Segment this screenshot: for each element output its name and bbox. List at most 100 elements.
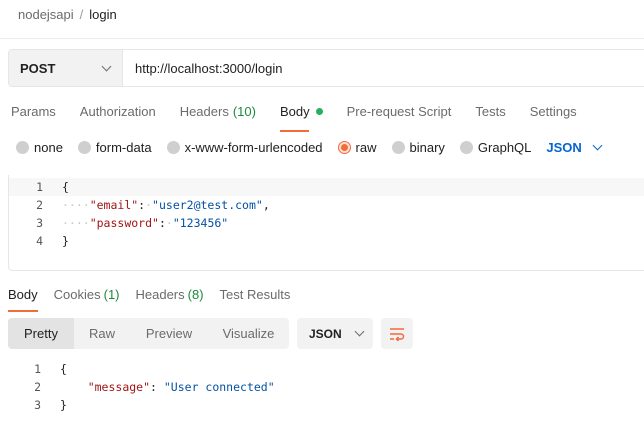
radio-label: GraphQL [477,140,532,155]
cookies-count: (1) [103,287,120,302]
status-dot-icon [315,108,323,115]
tab-params[interactable]: Params [11,104,56,126]
view-label: Raw [88,326,115,341]
code-line: 4} [9,232,644,250]
view-raw[interactable]: Raw [74,318,130,349]
tab-settings[interactable]: Settings [530,104,577,126]
line-number: 2 [34,380,41,394]
language-label: JSON [546,140,582,155]
code-line: 3} [0,396,275,414]
tab-authorization[interactable]: Authorization [80,104,156,126]
json-value: "User connected" [163,380,275,394]
tab-label: Headers [179,104,229,119]
json-value: "123456" [172,216,229,230]
breadcrumb-separator: / [79,7,84,22]
radio-label: x-www-form-urlencoded [184,140,323,155]
chevron-down-icon [592,140,603,151]
response-tab-test-results[interactable]: Test Results [220,287,291,309]
response-body-viewer[interactable]: 1{ 2 "message": "User connected" 3} [0,360,275,414]
breadcrumb-request[interactable]: login [89,7,116,22]
response-format-select[interactable]: JSON [297,318,373,349]
json-key: "message" [87,380,151,394]
line-number: 1 [34,362,41,376]
tab-label: Body [8,287,38,302]
line-number: 2 [36,198,43,212]
radio-label: binary [409,140,445,155]
tab-label: Body [279,104,310,119]
view-label: Visualize [222,326,275,341]
tab-label: Test Results [219,287,291,302]
language-select[interactable]: JSON [546,140,603,155]
headers-count: (8) [187,287,204,302]
line-number: 3 [36,216,43,230]
view-label: Preview [145,326,193,341]
close-brace: } [60,398,67,412]
json-key: "email" [89,198,139,212]
header-divider [0,38,644,39]
radio-icon [166,141,180,154]
request-url-bar: POST [8,49,644,87]
tab-headers[interactable]: Headers (10) [180,104,256,126]
view-pretty[interactable]: Pretty [8,318,74,349]
radio-icon [459,141,473,154]
wrap-lines-button[interactable] [381,318,413,349]
line-number: 3 [34,398,41,412]
tab-label: Params [11,104,56,119]
code-line: 2 ···· "email": · "user2@test.com", [9,196,644,214]
response-tab-body[interactable]: Body [8,287,38,312]
code-line: 1{ [9,178,644,196]
request-body-editor[interactable]: 1{ 2 ···· "email": · "user2@test.com", 3 ····… [8,175,644,271]
response-tab-cookies[interactable]: Cookies (1) [54,287,120,309]
radio-x-www-form-urlencoded[interactable]: x-www-form-urlencoded [166,140,323,155]
chevron-down-icon [354,326,365,337]
tab-pre-request-script[interactable]: Pre-request Script [347,104,452,126]
breadcrumb-collection[interactable]: nodejsapi [18,7,74,22]
line-number: 1 [36,180,43,194]
radio-none[interactable]: none [16,140,63,155]
radio-icon [16,141,29,154]
close-brace: } [62,234,69,248]
chevron-down-icon [101,61,112,71]
code-line: 1{ [0,360,275,378]
tab-label: Settings [529,104,577,119]
tab-label: Pre-request Script [346,104,452,119]
method-select[interactable]: POST [9,50,123,86]
json-value: "user2@test.com" [152,198,263,212]
radio-binary[interactable]: binary [391,140,445,155]
radio-label: form-data [95,140,152,155]
code-line: 3 ···· "password": · "123456" [9,214,644,232]
breadcrumb: nodejsapi / login [18,7,117,22]
radio-label: raw [355,140,377,155]
open-brace: { [60,362,67,376]
radio-icon [77,141,91,154]
response-tabs: Body Cookies (1) Headers (8) Test Results [8,287,306,312]
radio-form-data[interactable]: form-data [77,140,152,155]
open-brace: { [62,180,69,194]
tab-label: Authorization [79,104,156,119]
url-input[interactable] [123,50,644,86]
format-label: JSON [309,326,342,341]
tab-label: Tests [475,104,506,119]
tab-label: Headers [135,287,185,302]
radio-checked-icon [337,141,351,154]
json-key: "password" [89,216,159,230]
view-label: Pretty [24,326,58,341]
line-number: 4 [36,234,43,248]
code-line: 2 "message": "User connected" [0,378,275,396]
tab-label: Cookies [53,287,101,302]
radio-raw[interactable]: raw [337,140,377,155]
tab-tests[interactable]: Tests [475,104,505,126]
radio-label: none [34,140,63,155]
method-label: POST [20,60,56,76]
response-view-toggle: Pretty Raw Preview Visualize [8,318,289,349]
headers-count: (10) [232,104,256,119]
tab-body[interactable]: Body [279,104,323,132]
radio-graphql[interactable]: GraphQL [459,140,532,155]
request-tabs: Params Authorization Headers (10) Body Pr… [11,104,601,132]
view-visualize[interactable]: Visualize [208,318,289,349]
wrap-lines-icon [390,327,405,341]
view-preview[interactable]: Preview [130,318,208,349]
response-tab-headers[interactable]: Headers (8) [136,287,204,309]
radio-icon [391,141,405,154]
body-type-options: none form-data x-www-form-urlencoded raw… [16,140,603,155]
